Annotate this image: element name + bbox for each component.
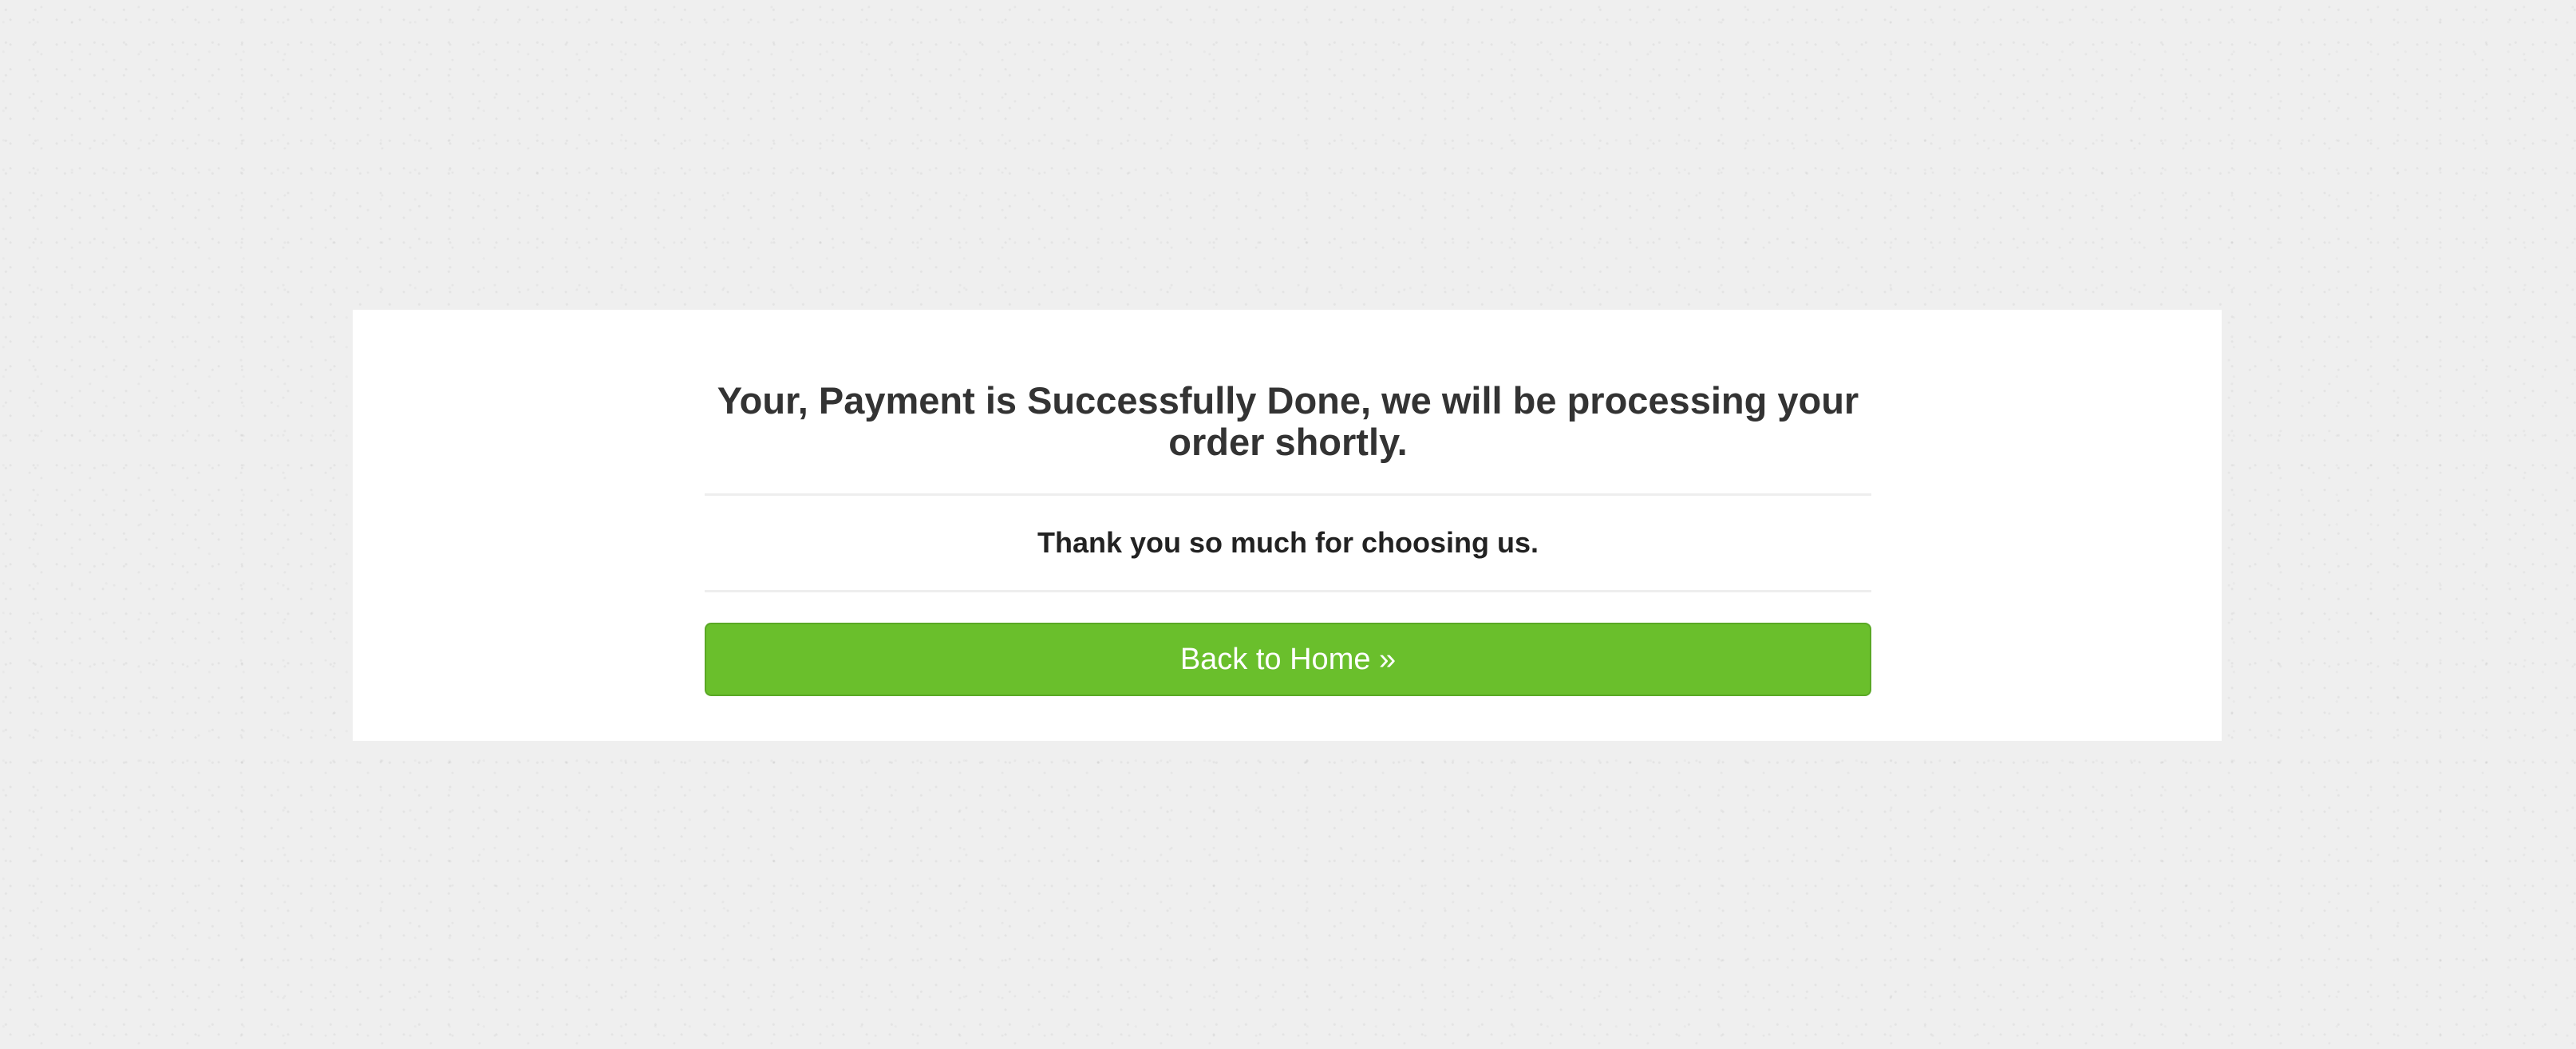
- thank-you-message: Thank you so much for choosing us.: [1037, 526, 1539, 559]
- page-background: { "confirmation": { "headline": "Your, P…: [0, 0, 2576, 1049]
- divider-bottom: [705, 590, 1871, 592]
- confirmation-panel: Your, Payment is Successfully Done, we w…: [353, 310, 2222, 741]
- payment-success-headline: Your, Payment is Successfully Done, we w…: [717, 379, 1859, 463]
- back-to-home-button[interactable]: Back to Home »: [705, 623, 1871, 696]
- confirmation-content: Your, Payment is Successfully Done, we w…: [705, 380, 1871, 696]
